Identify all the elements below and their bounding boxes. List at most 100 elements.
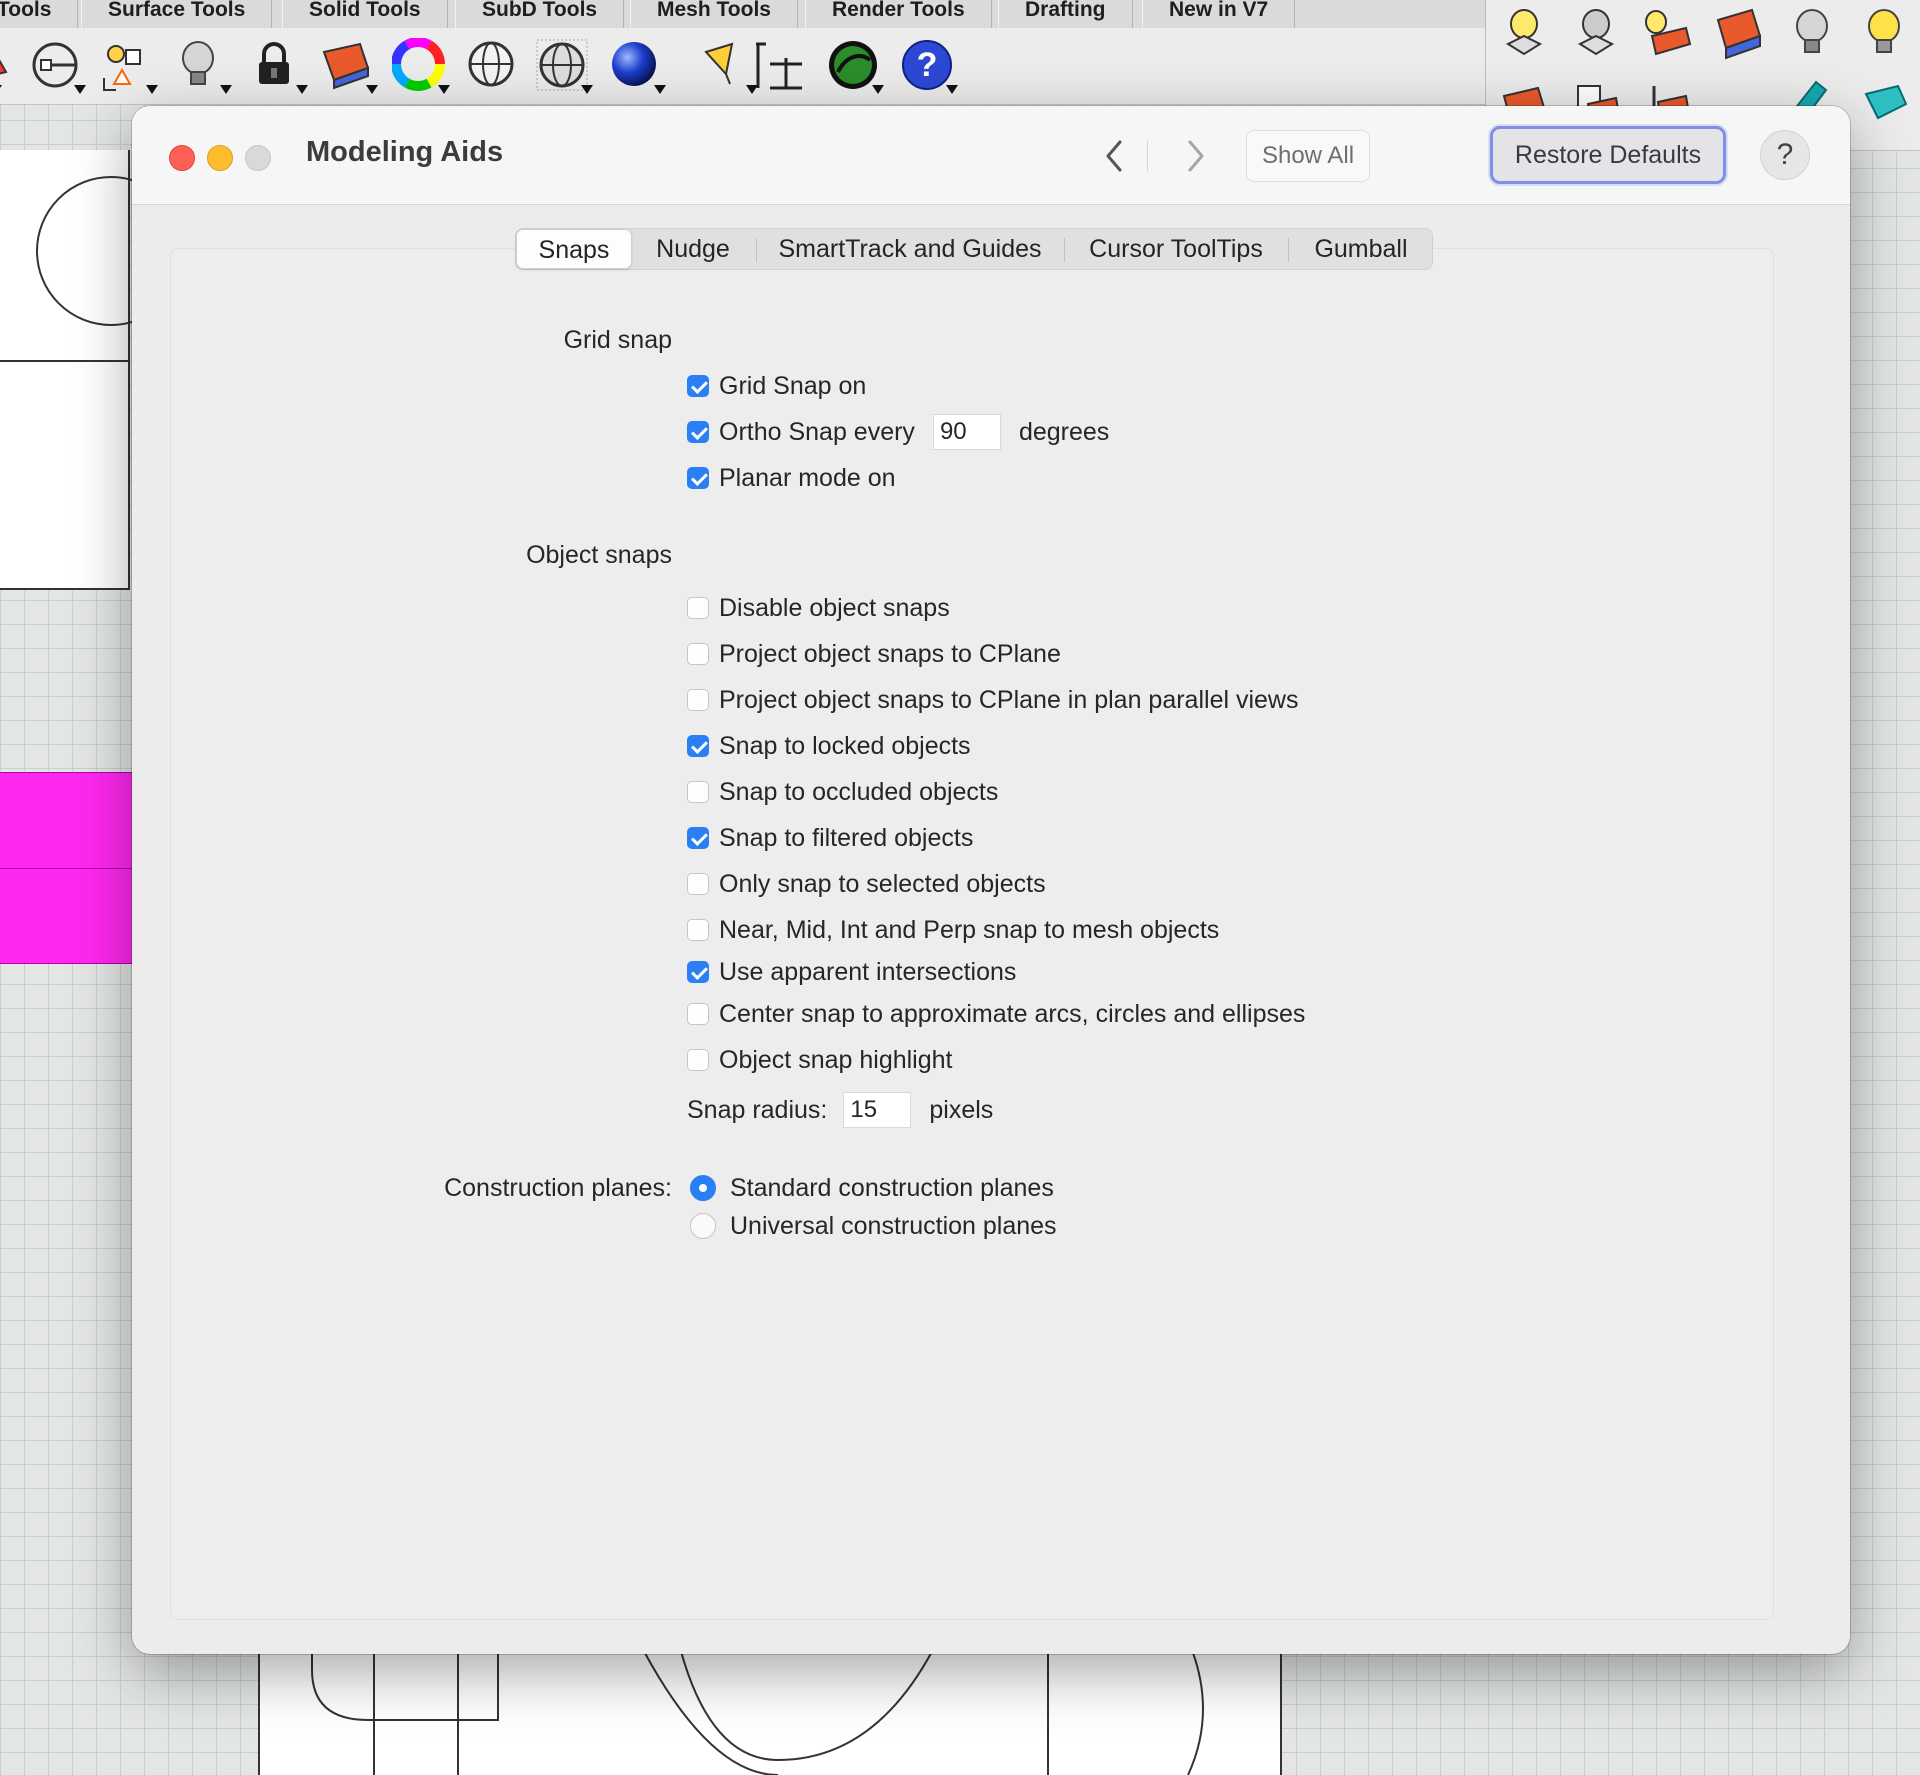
dimension-icon[interactable] <box>752 38 806 92</box>
universal-cplanes-radio[interactable] <box>690 1213 716 1239</box>
osnap-option-row[interactable]: Object snap highlight <box>687 1043 952 1077</box>
object-snap-icon[interactable] <box>28 38 86 94</box>
nav-separator <box>1147 140 1148 172</box>
disable-object-snaps-checkbox[interactable] <box>687 597 709 619</box>
chevron-right-icon <box>1188 140 1204 172</box>
layer-icon[interactable] <box>1712 6 1766 60</box>
standard-cplanes-radio[interactable] <box>690 1175 716 1201</box>
grid-snap-on-label: Grid Snap on <box>719 371 867 400</box>
project-to-cplane-checkbox[interactable] <box>687 643 709 665</box>
snap-radius-input[interactable]: 15 <box>843 1092 912 1128</box>
snap-selected-only-checkbox[interactable] <box>687 873 709 895</box>
snap-filtered-checkbox[interactable] <box>687 827 709 849</box>
ortho-snap-row[interactable]: Ortho Snap every 90 degrees <box>687 414 1110 450</box>
teal-hand-icon[interactable] <box>1858 74 1912 128</box>
shape-select-icon[interactable] <box>100 38 158 94</box>
ortho-snap-label: Ortho Snap every <box>719 417 915 446</box>
help-button[interactable]: ? <box>1760 130 1810 180</box>
light-bulb-icon[interactable] <box>1570 6 1624 60</box>
planar-mode-row[interactable]: Planar mode on <box>687 461 896 495</box>
sphere-wire-icon[interactable] <box>465 38 519 92</box>
layer-icon[interactable] <box>320 38 378 94</box>
osnap-highlight-checkbox[interactable] <box>687 1049 709 1071</box>
osnap-option-label: Center snap to approximate arcs, circles… <box>719 999 1306 1028</box>
apparent-intersections-checkbox[interactable] <box>687 961 709 983</box>
magenta-edge <box>0 868 134 869</box>
tab-subd-tools[interactable]: SubD Tools <box>455 0 625 28</box>
osnap-option-row[interactable]: Use apparent intersections <box>687 955 1016 989</box>
main-toolbar: ? <box>0 28 1485 105</box>
mesh-snap-checkbox[interactable] <box>687 919 709 941</box>
tab-mesh-tools[interactable]: Mesh Tools <box>630 0 798 28</box>
ortho-unit-label: degrees <box>1018 417 1110 446</box>
osnap-option-row[interactable]: Snap to filtered objects <box>687 821 973 855</box>
osnap-option-label: Object snap highlight <box>719 1045 953 1074</box>
osnap-option-label: Near, Mid, Int and Perp snap to mesh obj… <box>719 915 1220 944</box>
tab-drafting[interactable]: Drafting <box>998 0 1133 28</box>
tab-smarttrack-and-guides[interactable]: SmartTrack and Guides <box>758 229 1062 269</box>
blue-sphere-icon[interactable] <box>608 38 666 94</box>
tab-new-in-v7[interactable]: New in V7 <box>1142 0 1296 28</box>
tab-gumball[interactable]: Gumball <box>1290 229 1432 269</box>
color-wheel-icon[interactable] <box>391 37 450 94</box>
show-all-button[interactable]: Show All <box>1246 130 1370 182</box>
tab-divider <box>756 238 757 262</box>
osnap-option-label: Snap to occluded objects <box>719 777 999 806</box>
osnap-option-label: Project object snaps to CPlane in plan p… <box>719 685 1299 714</box>
project-to-cplane-parallel-checkbox[interactable] <box>687 689 709 711</box>
osnap-option-row[interactable]: Project object snaps to CPlane in plan p… <box>687 683 1298 717</box>
osnap-option-row[interactable]: Center snap to approximate arcs, circles… <box>687 997 1305 1031</box>
close-window-button[interactable] <box>169 145 195 171</box>
light-bulb-icon[interactable] <box>1858 6 1912 60</box>
tab-surface-tools[interactable]: Surface Tools <box>81 0 273 28</box>
grid-snap-heading: Grid snap <box>563 326 672 354</box>
snap-radius-label: Snap radius: <box>687 1095 828 1124</box>
ortho-snap-checkbox[interactable] <box>687 421 709 443</box>
zoom-window-button[interactable] <box>245 145 271 171</box>
ortho-angle-input[interactable]: 90 <box>932 414 1001 450</box>
planar-mode-label: Planar mode on <box>719 463 896 492</box>
back-button[interactable] <box>1092 134 1138 178</box>
universal-cplanes-row[interactable]: Universal construction planes <box>690 1209 1057 1243</box>
osnap-option-row[interactable]: Near, Mid, Int and Perp snap to mesh obj… <box>687 913 1219 947</box>
standard-cplanes-row[interactable]: Standard construction planes <box>690 1171 1054 1205</box>
viewport-line <box>0 360 128 362</box>
snap-occluded-checkbox[interactable] <box>687 781 709 803</box>
tab-nudge[interactable]: Nudge <box>632 229 754 269</box>
osnap-option-label: Project object snaps to CPlane <box>719 639 1061 668</box>
osnap-option-row[interactable]: Project object snaps to CPlane <box>687 637 1061 671</box>
planar-mode-checkbox[interactable] <box>687 467 709 489</box>
tab-snaps[interactable]: Snaps <box>516 229 632 269</box>
osnap-option-label: Snap to filtered objects <box>719 823 974 852</box>
center-snap-approx-checkbox[interactable] <box>687 1003 709 1025</box>
snap-locked-checkbox[interactable] <box>687 735 709 757</box>
restore-defaults-button[interactable]: Restore Defaults <box>1490 126 1726 184</box>
osnap-option-row[interactable]: Snap to occluded objects <box>687 775 998 809</box>
grid-snap-on-row[interactable]: Grid Snap on <box>687 369 866 403</box>
light-bulb-icon[interactable] <box>1498 6 1552 60</box>
help-icon[interactable]: ? <box>900 38 958 94</box>
forward-button[interactable] <box>1172 134 1218 178</box>
light-bulb-icon[interactable] <box>174 38 232 94</box>
osnap-option-row[interactable]: Disable object snaps <box>687 591 950 625</box>
minimize-window-button[interactable] <box>207 145 233 171</box>
render-globe-icon[interactable] <box>826 38 884 94</box>
tab-solid-tools[interactable]: Solid Tools <box>282 0 448 28</box>
flag-icon[interactable] <box>700 38 758 94</box>
tab-tools[interactable]: Tools <box>0 0 79 28</box>
osnap-option-label: Use apparent intersections <box>719 957 1017 986</box>
osnap-option-row[interactable]: Only snap to selected objects <box>687 867 1046 901</box>
grid-snap-on-checkbox[interactable] <box>687 375 709 397</box>
tab-cursor-tooltips[interactable]: Cursor ToolTips <box>1066 229 1286 269</box>
universal-cplanes-label: Universal construction planes <box>730 1211 1057 1240</box>
light-bulb-icon[interactable] <box>1786 6 1840 60</box>
lock-icon[interactable] <box>250 38 308 94</box>
osnap-option-label: Disable object snaps <box>719 593 950 622</box>
tab-render-tools[interactable]: Render Tools <box>805 0 992 28</box>
tab-divider <box>1064 238 1065 262</box>
layer-light-icon[interactable] <box>1640 6 1694 60</box>
sphere-grid-icon[interactable] <box>535 38 593 94</box>
osnap-option-row[interactable]: Snap to locked objects <box>687 729 971 763</box>
standard-cplanes-label: Standard construction planes <box>730 1173 1054 1202</box>
modeling-aids-dialog: Modeling Aids Show All Restore Defaults … <box>132 106 1850 1654</box>
